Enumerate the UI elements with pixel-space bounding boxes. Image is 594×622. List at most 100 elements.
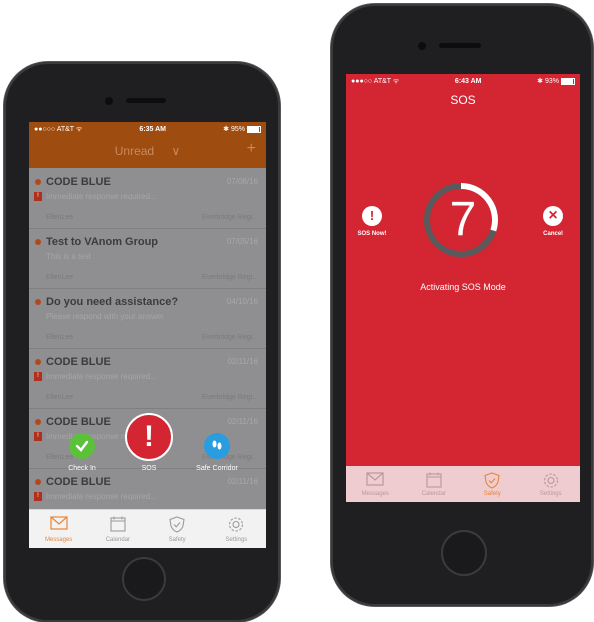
checkmark-icon [75, 440, 89, 452]
message-date: 02/11/16 [227, 477, 258, 486]
add-icon[interactable]: + [247, 140, 256, 158]
list-item[interactable]: ! CODE BLUE 02/11/16 Immediate response … [29, 348, 266, 409]
sos-label: SOS [141, 465, 157, 472]
message-preview: Immediate response required... [46, 372, 157, 381]
tab-settings[interactable]: Settings [522, 466, 581, 502]
front-camera [418, 42, 426, 50]
right-phone: ●●●○○ AT&T ᯤ 6:43 AM ✱ 93% SOS 7 ! SOS N… [331, 4, 593, 606]
tab-bar: Messages Calendar Safety Settings [346, 466, 580, 502]
clock: 6:35 AM [139, 125, 167, 133]
list-item[interactable]: Do you need assistance? 04/10/16 Please … [29, 288, 266, 349]
unread-dot [35, 299, 41, 305]
left-phone: ●●○○○ AT&T ᯤ 6:35 AM ✱ 95% Unread ∨ + ! … [4, 62, 280, 622]
priority-flag-icon: ! [34, 432, 42, 441]
battery-icon [560, 77, 575, 85]
sos-button[interactable]: ! [125, 413, 173, 461]
tab-label: Safety [168, 537, 186, 543]
message-preview: Immediate response required... [46, 492, 157, 501]
sos-now-label: SOS Now! [357, 231, 387, 237]
message-preview: Immediate response required... [46, 192, 157, 201]
chevron-down-icon: ∨ [171, 144, 181, 158]
calendar-icon [110, 516, 126, 532]
footprints-icon [212, 440, 222, 450]
list-item[interactable]: ! CODE BLUE 07/06/16 Immediate response … [29, 168, 266, 229]
tab-bar: Messages Calendar Safety Settings [29, 509, 266, 548]
message-sender: EllenLee [46, 394, 74, 401]
check-in-label: Check In [68, 465, 96, 472]
safe-corridor-button[interactable] [204, 433, 230, 459]
tab-label: Messages [361, 491, 389, 497]
tab-safety[interactable]: Safety [148, 510, 207, 548]
check-in-button[interactable] [69, 433, 95, 459]
list-item[interactable]: Test to VAnom Group 07/05/16 This is a t… [29, 228, 266, 289]
shield-icon [484, 472, 500, 489]
shield-icon [169, 516, 185, 533]
message-date: 02/11/16 [227, 357, 258, 366]
message-date: 07/06/16 [226, 177, 258, 186]
unread-dot [35, 419, 41, 425]
status-bar: ●●○○○ AT&T ᯤ 6:35 AM ✱ 95% [29, 122, 266, 136]
unread-dot [35, 179, 41, 185]
filter-title-label: Unread [114, 144, 155, 158]
message-subject: CODE BLUE [46, 176, 111, 188]
battery-fill [247, 126, 260, 132]
tab-settings[interactable]: Settings [207, 510, 266, 548]
tab-label: Calendar [105, 537, 131, 543]
priority-flag-icon: ! [34, 492, 42, 501]
tab-label: Settings [539, 491, 562, 497]
tab-label: Calendar [421, 491, 446, 497]
message-subject: CODE BLUE [46, 356, 111, 368]
earpiece-speaker [126, 98, 166, 103]
envelope-icon [366, 472, 384, 486]
message-org: Everbridge Regi... [201, 394, 258, 401]
cancel-button[interactable]: × [543, 206, 563, 226]
activating-status: Activating SOS Mode [420, 282, 506, 292]
home-button[interactable] [122, 557, 166, 601]
page-title: SOS [450, 93, 476, 107]
status-bar: ●●●○○ AT&T ᯤ 6:43 AM ✱ 93% [346, 74, 580, 88]
message-sender: EllenLee [46, 334, 74, 341]
carrier-signal: ●●●○○ AT&T ᯤ [351, 77, 400, 85]
priority-flag-icon: ! [34, 372, 42, 381]
message-sender: EllenLee [46, 454, 74, 461]
message-subject: Test to VAnom Group [46, 236, 159, 248]
battery-icon [246, 125, 261, 133]
battery-fill [561, 78, 574, 84]
battery-percent: ✱ 93% [537, 78, 559, 85]
unread-dot [35, 239, 41, 245]
safe-corridor-label: Safe Corridor [196, 465, 238, 472]
battery-status: ✱ 95% [223, 125, 261, 133]
message-preview: This is a test [46, 252, 91, 261]
calendar-icon [426, 472, 442, 488]
sos-now-button[interactable]: ! [362, 206, 382, 226]
tab-messages[interactable]: Messages [346, 466, 405, 502]
priority-flag-icon: ! [34, 192, 42, 201]
message-org: Everbridge Regi... [201, 334, 258, 341]
tab-messages[interactable]: Messages [29, 510, 88, 548]
tab-calendar[interactable]: Calendar [88, 510, 147, 548]
tab-label: Safety [483, 491, 501, 497]
earpiece-speaker [439, 43, 481, 48]
message-sender: EllenLee [46, 214, 74, 221]
tab-safety[interactable]: Safety [463, 466, 522, 502]
envelope-icon [50, 516, 68, 530]
message-date: 02/11/16 [227, 417, 258, 426]
battery-status: ✱ 93% [537, 77, 575, 85]
exclamation-icon: ! [144, 420, 154, 453]
tab-label: Messages [44, 537, 73, 543]
message-subject: CODE BLUE [46, 476, 111, 488]
gear-icon [229, 517, 244, 532]
message-org: Everbridge Regi... [201, 214, 258, 221]
message-preview: Please respond with your answer [46, 312, 164, 321]
cancel-label: Cancel [543, 231, 563, 237]
tab-label: Settings [225, 537, 248, 543]
clock: 6:43 AM [454, 77, 482, 85]
unread-dot [35, 479, 41, 485]
message-org: Everbridge Regi... [201, 274, 258, 281]
carrier-signal: ●●○○○ AT&T ᯤ [34, 125, 83, 133]
tab-calendar[interactable]: Calendar [405, 466, 464, 502]
front-camera [105, 97, 113, 105]
filter-title[interactable]: Unread ∨ [29, 144, 266, 158]
home-button[interactable] [441, 530, 487, 576]
gear-icon [543, 473, 558, 488]
